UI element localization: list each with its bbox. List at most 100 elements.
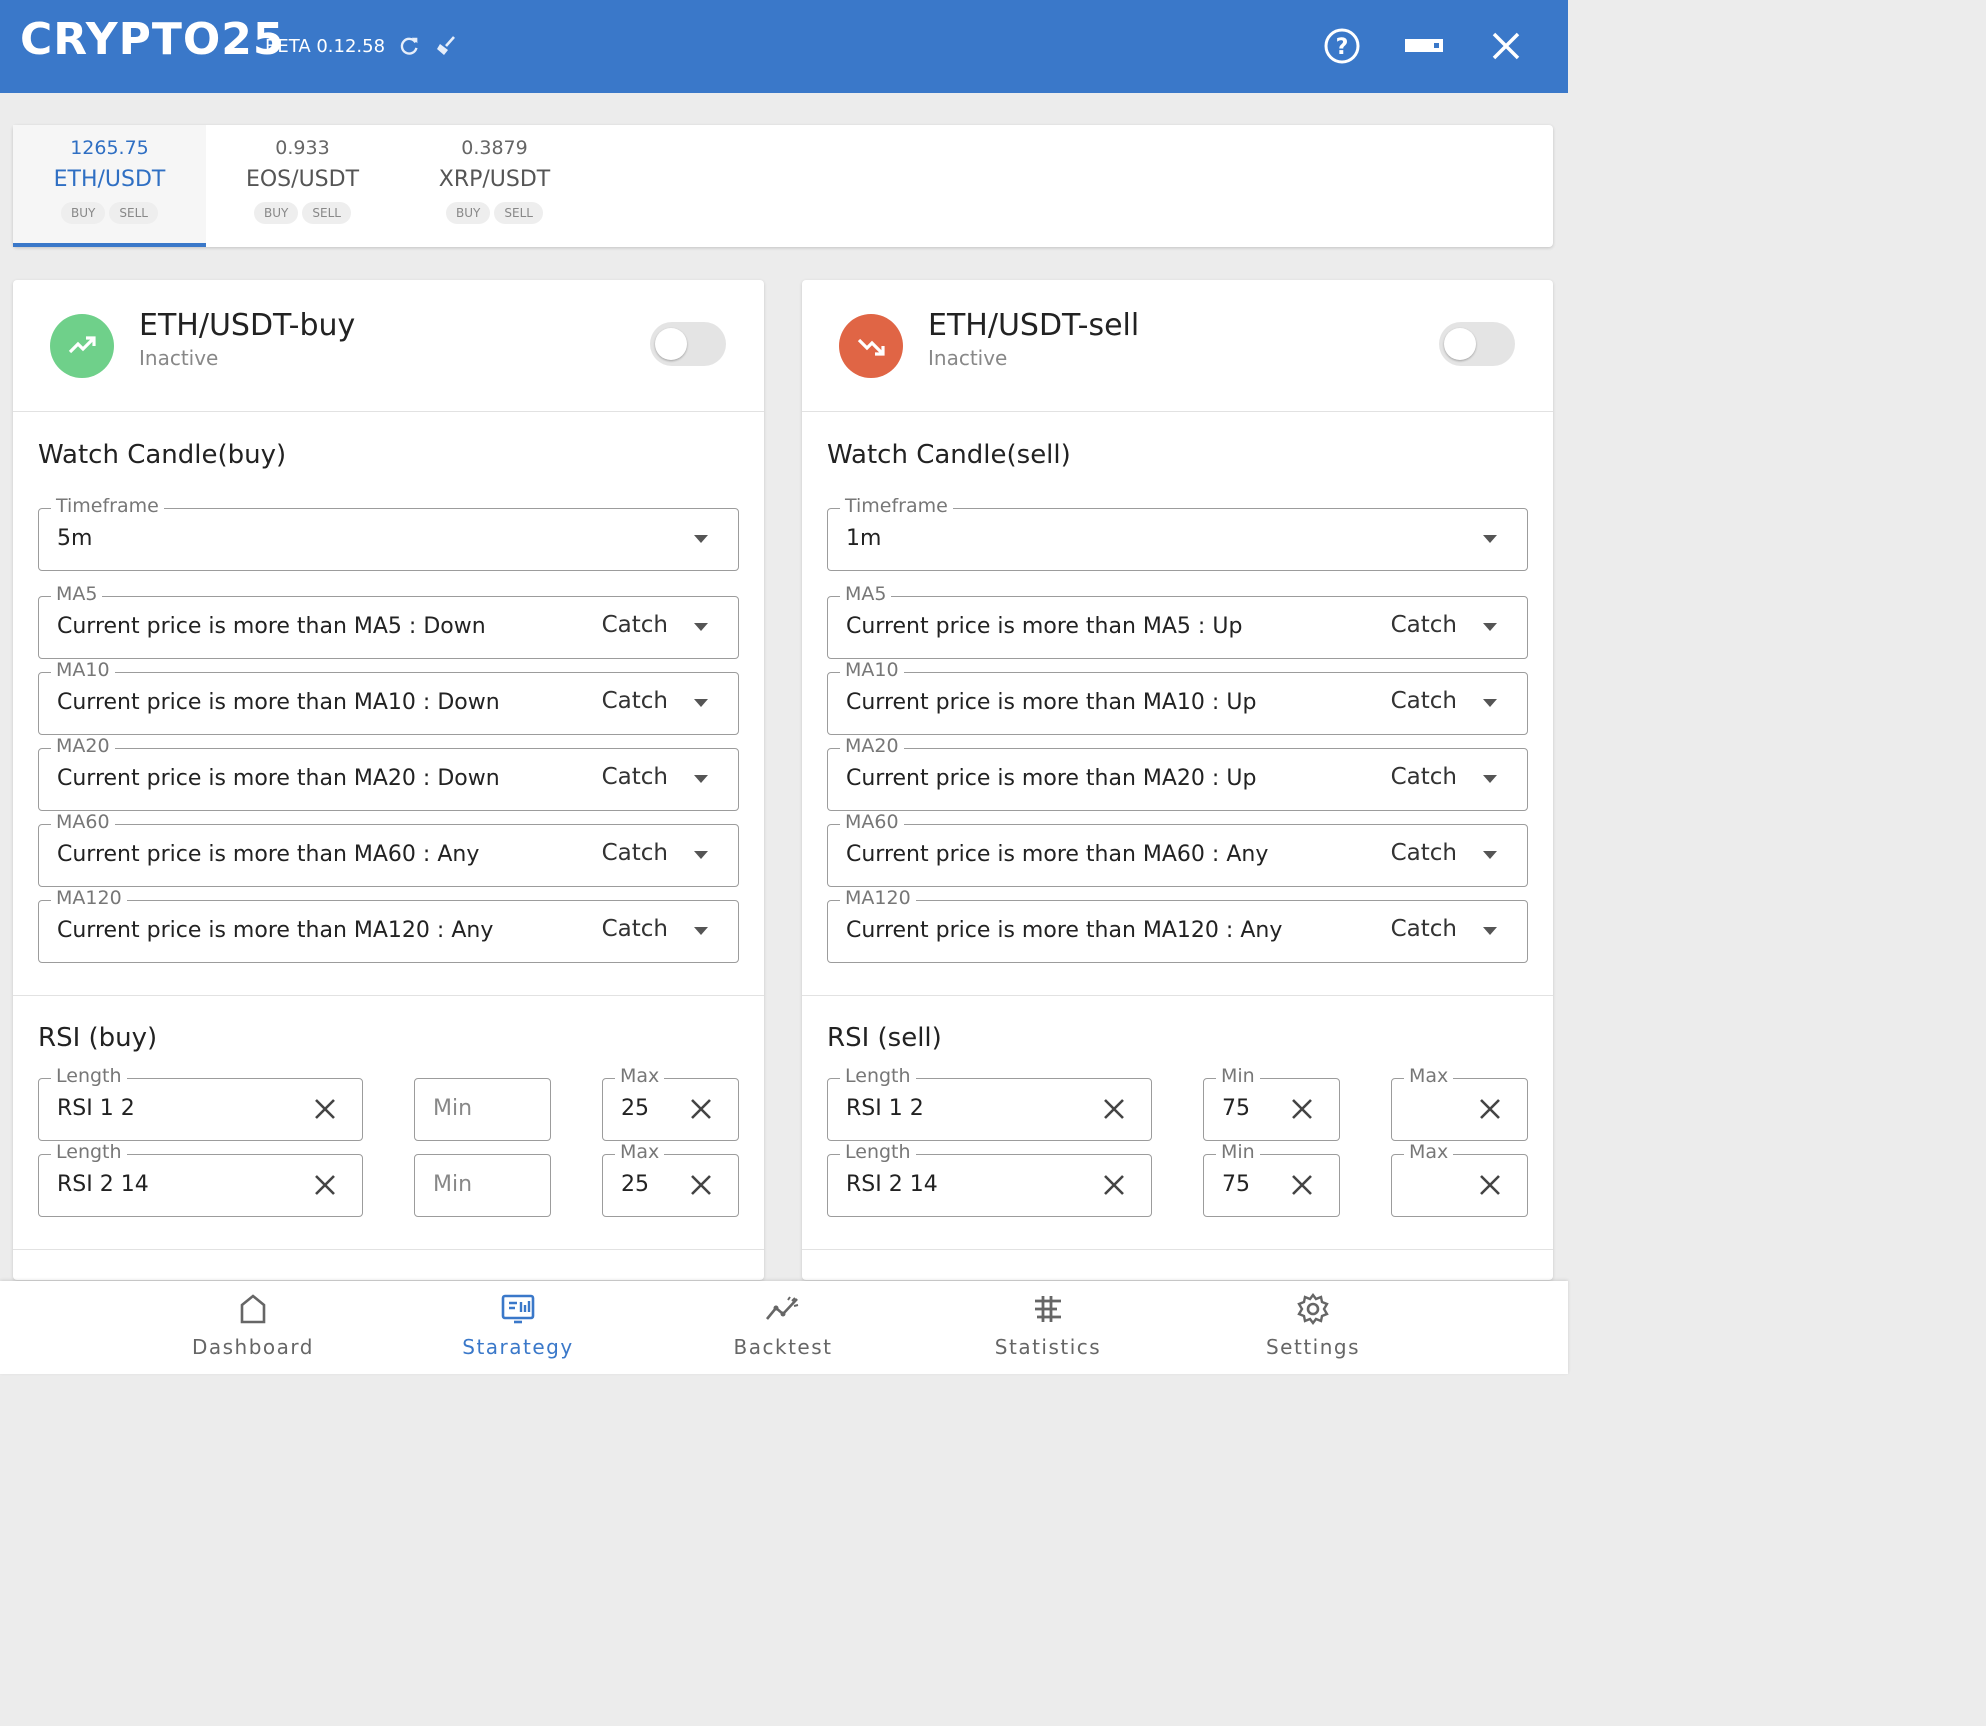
clear-icon[interactable] — [1101, 1172, 1127, 1198]
mode-value: Catch — [601, 688, 668, 714]
condition-direction: Up — [1226, 766, 1257, 791]
ma20-select[interactable]: MA20 Current price is more than MA20 : D… — [38, 735, 739, 811]
rsi-min-input[interactable]: Min — [414, 1078, 551, 1141]
field-value: Current price is more than MA5 : Up — [846, 614, 1242, 639]
clear-icon[interactable] — [1101, 1096, 1127, 1122]
refresh-icon[interactable] — [392, 26, 428, 66]
clear-icon[interactable] — [1477, 1172, 1503, 1198]
trending-down-icon — [839, 314, 903, 378]
clear-icon[interactable] — [1289, 1172, 1315, 1198]
sell-chip[interactable]: SELL — [109, 202, 158, 224]
svg-text:?: ? — [1336, 35, 1349, 60]
rsi-max-input[interactable]: Max 25 — [602, 1065, 739, 1141]
field-value: 75 — [1222, 1096, 1250, 1121]
chevron-down-icon — [694, 851, 708, 859]
minimize-icon[interactable] — [1404, 26, 1444, 66]
sell-chip[interactable]: SELL — [494, 202, 543, 224]
rsi-min-input[interactable]: Min 75 — [1203, 1141, 1340, 1217]
field-value: RSI 2 14 — [846, 1172, 938, 1197]
rsi-length-input[interactable]: Length RSI 2 14 — [38, 1141, 363, 1217]
buy-chip[interactable]: BUY — [254, 202, 299, 224]
mode-value: Catch — [1390, 840, 1457, 866]
field-label: MA60 — [51, 811, 115, 833]
field-label: MA10 — [51, 659, 115, 681]
rsi-title: RSI (sell) — [827, 1023, 942, 1053]
field-value: Current price is more than MA10 : Up — [846, 690, 1256, 715]
clear-icon[interactable] — [688, 1172, 714, 1198]
nav-strategy[interactable]: Starategy — [438, 1293, 598, 1359]
active-toggle[interactable] — [650, 322, 726, 366]
field-label: Length — [840, 1065, 916, 1087]
field-value: Current price is more than MA60 : Any — [57, 842, 479, 867]
timeframe-select[interactable]: Timeframe 5m — [38, 495, 739, 571]
ma120-select[interactable]: MA120 Current price is more than MA120 :… — [827, 887, 1528, 963]
field-value: RSI 2 14 — [57, 1172, 149, 1197]
mode-value: Catch — [1390, 688, 1457, 714]
clear-icon[interactable] — [1477, 1096, 1503, 1122]
app-version: BETA 0.12.58 — [265, 36, 386, 57]
panel-status: Inactive — [928, 346, 1008, 370]
pair-name: XRP/USDT — [438, 167, 551, 192]
pair-name: EOS/USDT — [245, 167, 360, 192]
field-label: MA20 — [51, 735, 115, 757]
condition-text: Current price is more than MA20 : — [57, 766, 431, 791]
condition-text: Current price is more than MA5 : — [57, 614, 417, 639]
rsi-max-input[interactable]: Max — [1391, 1065, 1528, 1141]
ma5-select[interactable]: MA5 Current price is more than MA5 : Up … — [827, 583, 1528, 659]
help-circle-icon[interactable]: ? — [1322, 26, 1362, 66]
rsi-min-input[interactable]: Min — [414, 1154, 551, 1217]
active-toggle[interactable] — [1439, 322, 1515, 366]
section-divider — [13, 995, 764, 996]
ma10-select[interactable]: MA10 Current price is more than MA10 : D… — [38, 659, 739, 735]
nav-label: Settings — [1265, 1335, 1361, 1359]
rsi-max-input[interactable]: Max — [1391, 1141, 1528, 1217]
clear-icon[interactable] — [312, 1172, 338, 1198]
condition-text: Current price is more than MA10 : — [846, 690, 1220, 715]
ma20-select[interactable]: MA20 Current price is more than MA20 : U… — [827, 735, 1528, 811]
ma10-select[interactable]: MA10 Current price is more than MA10 : U… — [827, 659, 1528, 735]
rsi-length-input[interactable]: Length RSI 1 2 — [827, 1065, 1152, 1141]
chevron-down-icon — [1483, 775, 1497, 783]
ma5-select[interactable]: MA5 Current price is more than MA5 : Dow… — [38, 583, 739, 659]
pair-tab-eth-usdt[interactable]: 1265.75 ETH/USDT BUY SELL — [13, 125, 206, 247]
chevron-down-icon — [694, 623, 708, 631]
condition-direction: Down — [437, 766, 500, 791]
condition-text: Current price is more than MA60 : — [57, 842, 431, 867]
ma120-select[interactable]: MA120 Current price is more than MA120 :… — [38, 887, 739, 963]
field-label: Max — [1404, 1141, 1454, 1163]
toggle-knob — [655, 328, 687, 360]
nav-backtest[interactable]: Backtest — [703, 1293, 863, 1359]
field-label: MA20 — [840, 735, 904, 757]
ma60-select[interactable]: MA60 Current price is more than MA60 : A… — [38, 811, 739, 887]
clear-icon[interactable] — [688, 1096, 714, 1122]
nav-dashboard[interactable]: Dashboard — [173, 1293, 333, 1359]
rsi-min-input[interactable]: Min 75 — [1203, 1065, 1340, 1141]
nav-label: Backtest — [733, 1335, 833, 1359]
buy-chip[interactable]: BUY — [61, 202, 106, 224]
condition-direction: Down — [437, 690, 500, 715]
clear-icon[interactable] — [312, 1096, 338, 1122]
buy-chip[interactable]: BUY — [446, 202, 491, 224]
nav-settings[interactable]: Settings — [1233, 1293, 1393, 1359]
strategy-icon — [501, 1294, 535, 1324]
pair-tab-eos-usdt[interactable]: 0.933 EOS/USDT BUY SELL — [206, 125, 399, 247]
sell-chip[interactable]: SELL — [302, 202, 351, 224]
pair-tab-xrp-usdt[interactable]: 0.3879 XRP/USDT BUY SELL — [398, 125, 591, 247]
rsi-max-input[interactable]: Max 25 — [602, 1141, 739, 1217]
condition-direction: Any — [1226, 842, 1269, 867]
nav-statistics[interactable]: Statistics — [968, 1293, 1128, 1359]
timeframe-select[interactable]: Timeframe 1m — [827, 495, 1528, 571]
clear-icon[interactable] — [1289, 1096, 1315, 1122]
field-value: Current price is more than MA5 : Down — [57, 614, 486, 639]
chevron-down-icon — [1483, 535, 1497, 543]
pair-name: ETH/USDT — [53, 167, 166, 192]
chart-line-icon — [765, 1296, 799, 1320]
pair-price: 0.3879 — [461, 137, 528, 159]
close-icon[interactable] — [1486, 26, 1526, 66]
rsi-length-input[interactable]: Length RSI 1 2 — [38, 1065, 363, 1141]
ma60-select[interactable]: MA60 Current price is more than MA60 : A… — [827, 811, 1528, 887]
rsi-length-input[interactable]: Length RSI 2 14 — [827, 1141, 1152, 1217]
field-value: 75 — [1222, 1172, 1250, 1197]
clean-icon[interactable] — [428, 26, 464, 66]
chevron-down-icon — [694, 927, 708, 935]
